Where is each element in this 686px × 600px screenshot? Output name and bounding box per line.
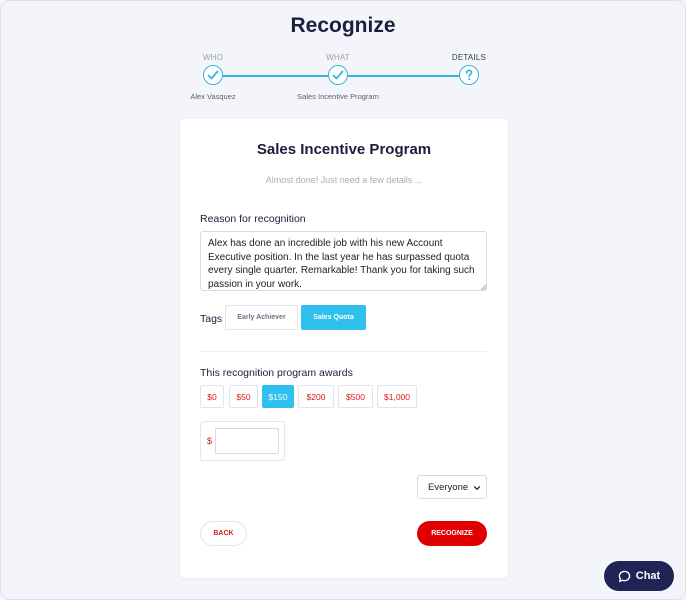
card-title: Sales Incentive Program xyxy=(256,141,432,158)
chat-bubble-icon xyxy=(618,570,631,582)
award-option-0[interactable]: $0 xyxy=(200,385,224,408)
custom-amount-input[interactable] xyxy=(215,428,279,454)
tags-label: Tags xyxy=(200,313,223,325)
back-button[interactable]: BACK xyxy=(200,521,247,546)
custom-amount-group: $ xyxy=(200,421,285,461)
recognize-button[interactable]: RECOGNIZE xyxy=(417,521,487,546)
visibility-selected-value: Everyone xyxy=(428,481,469,493)
check-icon xyxy=(207,70,219,80)
award-option-1000[interactable]: $1,000 xyxy=(377,385,417,408)
stepper-connector xyxy=(338,75,469,77)
step-who-label: WHO xyxy=(202,53,224,62)
resize-handle-icon[interactable] xyxy=(480,284,486,290)
reason-label: Reason for recognition xyxy=(200,213,306,225)
tag-sales-quota[interactable]: Sales Quota xyxy=(301,305,366,330)
card-subtitle: Almost done! Just need a few details ... xyxy=(265,175,423,185)
award-option-50[interactable]: $50 xyxy=(229,385,258,408)
step-what-value: Sales Incentive Program xyxy=(297,92,379,101)
awards-label: This recognition program awards xyxy=(200,367,353,379)
check-icon xyxy=(332,70,344,80)
section-divider xyxy=(200,351,487,352)
chat-button[interactable]: Chat xyxy=(604,561,674,591)
step-who[interactable] xyxy=(203,65,223,85)
visibility-select[interactable]: Everyone xyxy=(417,475,487,499)
step-who-value: Alex Vasquez xyxy=(190,92,236,101)
award-option-500[interactable]: $500 xyxy=(338,385,373,408)
step-details[interactable] xyxy=(459,65,479,85)
award-option-150[interactable]: $150 xyxy=(262,385,294,408)
step-what[interactable] xyxy=(328,65,348,85)
award-option-200[interactable]: $200 xyxy=(298,385,334,408)
chevron-down-icon xyxy=(473,486,481,490)
step-details-label: DETAILS xyxy=(451,53,487,62)
step-what-label: WHAT xyxy=(326,53,350,62)
currency-prefix: $ xyxy=(207,436,213,446)
chat-label: Chat xyxy=(635,570,661,582)
progress-stepper: WHO WHAT DETAILS Alex Vasquez Sales Ince… xyxy=(0,0,686,110)
tag-early-achiever[interactable]: Early Achiever xyxy=(225,305,298,330)
question-icon xyxy=(465,69,473,81)
stepper-connector xyxy=(213,75,338,77)
reason-textarea[interactable]: Alex has done an incredible job with his… xyxy=(200,231,487,291)
recognition-details-card: Sales Incentive Program Almost done! Jus… xyxy=(180,119,508,578)
